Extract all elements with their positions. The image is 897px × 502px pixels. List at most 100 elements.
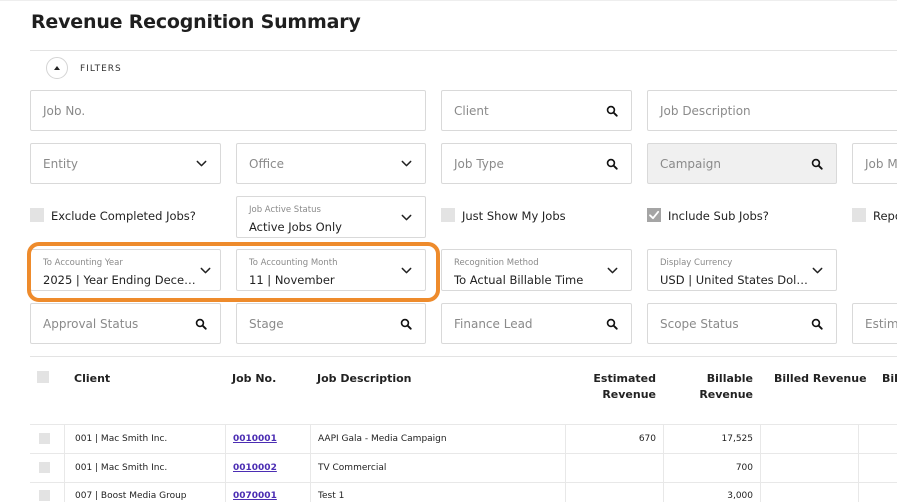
row-job-description: AAPI Gala - Media Campaign [318, 434, 447, 444]
approval-status-input[interactable]: Approval Status [30, 303, 221, 344]
display-currency-value: USD | United States Dollars [660, 273, 810, 287]
office-placeholder: Office [249, 156, 285, 171]
chevron-down-icon[interactable] [399, 210, 413, 224]
include-sub-jobs-checkbox[interactable] [647, 208, 661, 222]
top-border [0, 0, 897, 1]
table-top-divider [30, 356, 897, 357]
display-currency-select[interactable]: Display Currency USD | United States Dol… [647, 249, 837, 291]
col-header-estimated-revenue[interactable]: Estimated Revenue [566, 372, 656, 401]
client-placeholder: Client [454, 103, 489, 118]
estima-input[interactable]: Estima [852, 303, 897, 344]
job-m-input[interactable]: Job M [852, 143, 897, 184]
row-checkbox[interactable] [39, 462, 50, 473]
repo-label: Repo [873, 209, 897, 223]
title-divider [30, 50, 897, 51]
col-header-job-no[interactable]: Job No. [232, 372, 276, 385]
col-header-billable-revenue-line2: Revenue [699, 388, 753, 401]
chevron-down-icon[interactable] [194, 157, 208, 171]
col-header-estimated-revenue-line1: Estimated [593, 372, 656, 385]
job-m-placeholder: Job M [865, 156, 897, 171]
entity-select[interactable]: Entity [30, 143, 221, 184]
column-divider [760, 424, 761, 502]
job-type-placeholder: Job Type [454, 156, 504, 171]
page-title: Revenue Recognition Summary [31, 11, 361, 33]
column-divider [225, 424, 226, 502]
row-divider [30, 482, 897, 483]
row-checkbox[interactable] [39, 490, 50, 501]
estima-placeholder: Estima [865, 316, 897, 331]
scope-status-input[interactable]: Scope Status [647, 303, 837, 344]
display-currency-label: Display Currency [660, 258, 733, 268]
row-billable-revenue: 3,000 [727, 491, 753, 501]
row-checkbox[interactable] [39, 433, 50, 444]
row-divider [30, 453, 897, 454]
job-active-status-select[interactable]: Job Active Status Active Jobs Only [236, 196, 426, 238]
col-header-client[interactable]: Client [74, 372, 110, 385]
row-billable-revenue: 17,525 [721, 434, 754, 444]
search-icon[interactable] [399, 317, 413, 331]
job-description-placeholder: Job Description [660, 103, 751, 118]
col-header-bil[interactable]: Bil [882, 372, 897, 385]
row-job-no-link[interactable]: 0010001 [233, 434, 277, 444]
campaign-placeholder: Campaign [660, 156, 721, 171]
job-active-status-value: Active Jobs Only [249, 220, 342, 234]
campaign-input: Campaign [647, 143, 837, 184]
row-job-no-link[interactable]: 0070001 [233, 491, 277, 501]
row-client: 001 | Mac Smith Inc. [75, 434, 168, 444]
just-show-my-jobs-label: Just Show My Jobs [462, 209, 566, 223]
scope-status-placeholder: Scope Status [660, 316, 739, 331]
checkmark-icon [647, 208, 661, 222]
col-header-billable-revenue-line1: Billable [706, 372, 753, 385]
job-no-placeholder: Job No. [43, 103, 86, 118]
search-icon[interactable] [605, 157, 619, 171]
recognition-method-select[interactable]: Recognition Method To Actual Billable Ti… [441, 249, 632, 291]
row-client: 001 | Mac Smith Inc. [75, 463, 168, 473]
row-estimated-revenue: 670 [638, 434, 656, 444]
row-billable-revenue: 700 [735, 463, 753, 473]
recognition-method-value: To Actual Billable Time [454, 273, 584, 287]
client-input[interactable]: Client [441, 90, 632, 131]
job-no-input[interactable]: Job No. [30, 90, 426, 131]
stage-placeholder: Stage [249, 316, 284, 331]
row-job-no-link[interactable]: 0010002 [233, 463, 277, 473]
job-description-input[interactable]: Job Description [647, 90, 897, 131]
row-job-description: Test 1 [318, 491, 345, 501]
job-active-status-label: Job Active Status [249, 205, 321, 215]
column-divider [310, 424, 311, 502]
stage-input[interactable]: Stage [236, 303, 426, 344]
chevron-down-icon[interactable] [810, 263, 824, 277]
search-icon[interactable] [194, 317, 208, 331]
col-header-billable-revenue[interactable]: Billable Revenue [663, 372, 753, 401]
accounting-period-highlight [27, 242, 440, 302]
row-client: 007 | Boost Media Group [75, 491, 187, 501]
job-type-input[interactable]: Job Type [441, 143, 632, 184]
entity-placeholder: Entity [43, 156, 79, 171]
exclude-completed-checkbox[interactable] [30, 208, 44, 222]
approval-status-placeholder: Approval Status [43, 316, 139, 331]
search-icon[interactable] [605, 104, 619, 118]
just-show-my-jobs-checkbox[interactable] [441, 208, 455, 222]
office-select[interactable]: Office [236, 143, 426, 184]
chevron-down-icon[interactable] [399, 157, 413, 171]
recognition-method-label: Recognition Method [454, 258, 539, 268]
col-header-estimated-revenue-line2: Revenue [602, 388, 656, 401]
finance-lead-placeholder: Finance Lead [454, 316, 533, 331]
col-header-job-description[interactable]: Job Description [317, 372, 412, 385]
column-divider [858, 424, 859, 502]
col-header-billed-revenue[interactable]: Billed Revenue [774, 372, 867, 385]
exclude-completed-label: Exclude Completed Jobs? [51, 209, 196, 223]
search-icon[interactable] [810, 317, 824, 331]
column-divider [64, 424, 65, 502]
finance-lead-input[interactable]: Finance Lead [441, 303, 632, 344]
search-icon [810, 157, 824, 171]
row-job-description: TV Commercial [318, 463, 387, 473]
filters-label: FILTERS [80, 64, 122, 74]
filters-toggle-button[interactable] [46, 57, 68, 79]
chevron-down-icon[interactable] [605, 263, 619, 277]
include-sub-jobs-label: Include Sub Jobs? [668, 209, 769, 223]
select-all-checkbox[interactable] [37, 371, 49, 383]
row-divider [30, 424, 897, 425]
chevron-up-icon [54, 66, 60, 70]
search-icon[interactable] [605, 317, 619, 331]
repo-checkbox[interactable] [852, 208, 866, 222]
